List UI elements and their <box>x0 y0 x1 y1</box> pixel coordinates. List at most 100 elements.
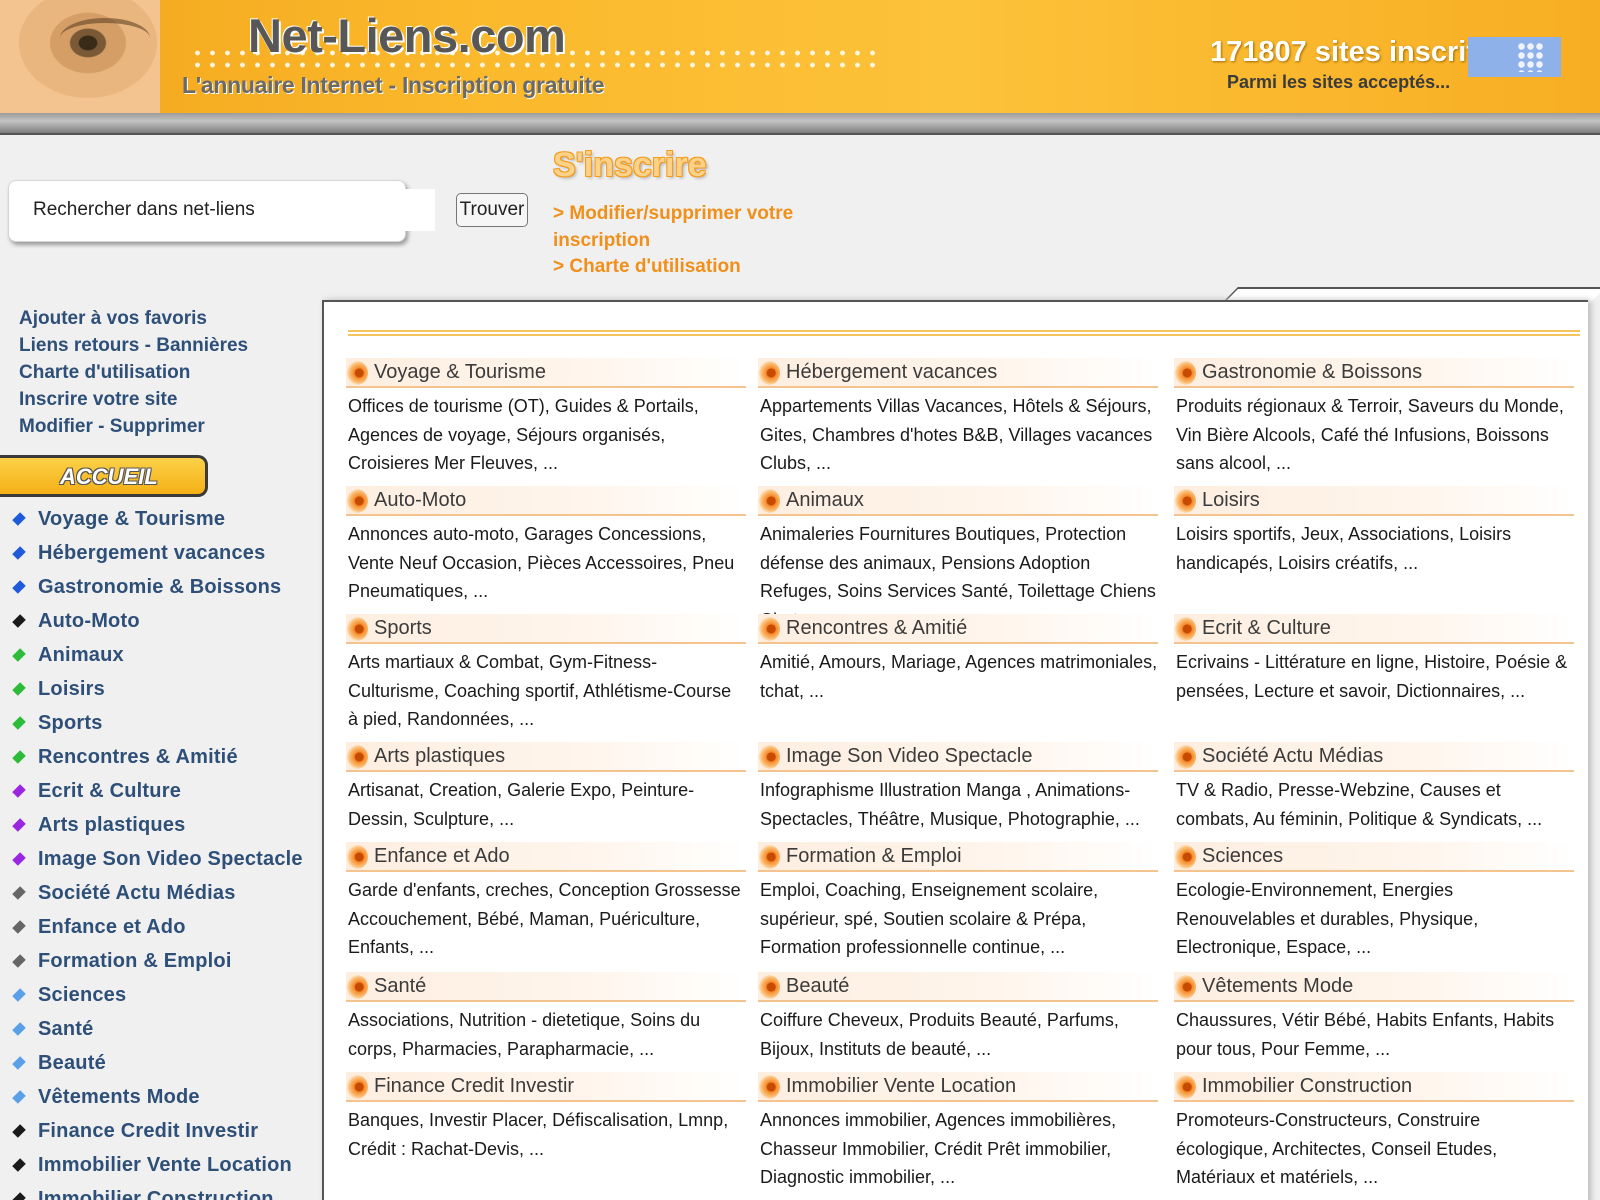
category-header[interactable]: Rencontres & Amitié <box>758 614 1158 644</box>
category-title[interactable]: Immobilier Vente Location <box>786 1075 1016 1098</box>
sidebar-category-label: Formation & Emploi <box>38 949 232 972</box>
category-description[interactable]: Ecrivains - Littérature en ligne, Histoi… <box>1174 648 1574 705</box>
category-description[interactable]: Appartements Villas Vacances, Hôtels & S… <box>758 392 1158 478</box>
sidebar-category-item[interactable]: Finance Credit Investir <box>12 1114 303 1148</box>
category-description[interactable]: Chaussures, Vétir Bébé, Habits Enfants, … <box>1174 1006 1574 1063</box>
diamond-bullet-icon <box>12 954 26 968</box>
sidebar-category-item[interactable]: Santé <box>12 1012 303 1046</box>
register-title[interactable]: S'inscrire <box>553 146 707 185</box>
category-header[interactable]: Société Actu Médias <box>1174 742 1574 772</box>
sidebar-category-item[interactable]: Image Son Video Spectacle <box>12 842 303 876</box>
category-header[interactable]: Auto-Moto <box>346 486 746 516</box>
category-description[interactable]: Artisanat, Creation, Galerie Expo, Peint… <box>346 776 746 833</box>
sidebar-link-favorites[interactable]: Ajouter à vos favoris <box>19 305 248 332</box>
sidebar-category-item[interactable]: Société Actu Médias <box>12 876 303 910</box>
sidebar-category-item[interactable]: Arts plastiques <box>12 808 303 842</box>
sidebar-category-item[interactable]: Voyage & Tourisme <box>12 502 303 536</box>
category-description[interactable]: Banques, Investir Placer, Défiscalisatio… <box>346 1106 746 1163</box>
category-title[interactable]: Ecrit & Culture <box>1202 617 1331 640</box>
category-header[interactable]: Sciences <box>1174 842 1574 872</box>
sidebar-category-item[interactable]: Ecrit & Culture <box>12 774 303 808</box>
category-header[interactable]: Animaux <box>758 486 1158 516</box>
sidebar-category-item[interactable]: Gastronomie & Boissons <box>12 570 303 604</box>
search-input[interactable] <box>23 189 435 231</box>
category-description[interactable]: Produits régionaux & Terroir, Saveurs du… <box>1174 392 1574 478</box>
category-description[interactable]: Coiffure Cheveux, Produits Beauté, Parfu… <box>758 1006 1158 1063</box>
sidebar-category-item[interactable]: Immobilier Construction <box>12 1182 303 1200</box>
orange-bullet-icon <box>346 745 368 769</box>
category-title[interactable]: Société Actu Médias <box>1202 745 1383 768</box>
sidebar-category-item[interactable]: Auto-Moto <box>12 604 303 638</box>
category-header[interactable]: Formation & Emploi <box>758 842 1158 872</box>
category-header[interactable]: Finance Credit Investir <box>346 1072 746 1102</box>
category-title[interactable]: Auto-Moto <box>374 489 466 512</box>
sidebar-category-item[interactable]: Hébergement vacances <box>12 536 303 570</box>
category-title[interactable]: Santé <box>374 975 426 998</box>
sidebar-category-item[interactable]: Sciences <box>12 978 303 1012</box>
category-title[interactable]: Beauté <box>786 975 849 998</box>
category-title[interactable]: Vêtements Mode <box>1202 975 1353 998</box>
category-header[interactable]: Arts plastiques <box>346 742 746 772</box>
category-header[interactable]: Santé <box>346 972 746 1002</box>
sidebar-link-register[interactable]: Inscrire votre site <box>19 386 248 413</box>
sidebar-category-item[interactable]: Sports <box>12 706 303 740</box>
category-description[interactable]: Loisirs sportifs, Jeux, Associations, Lo… <box>1174 520 1574 577</box>
category-title[interactable]: Enfance et Ado <box>374 845 510 868</box>
category-title[interactable]: Sports <box>374 617 432 640</box>
category-header[interactable]: Voyage & Tourisme <box>346 358 746 388</box>
category-header[interactable]: Enfance et Ado <box>346 842 746 872</box>
category-title[interactable]: Gastronomie & Boissons <box>1202 361 1422 384</box>
sidebar-category-item[interactable]: Formation & Emploi <box>12 944 303 978</box>
sidebar-link-charte[interactable]: Charte d'utilisation <box>19 359 248 386</box>
category-title[interactable]: Sciences <box>1202 845 1283 868</box>
category-title[interactable]: Hébergement vacances <box>786 361 997 384</box>
sidebar-link-modify[interactable]: Modifier - Supprimer <box>19 413 248 440</box>
sponsor-banner[interactable] <box>1468 37 1561 77</box>
category-description[interactable]: Promoteurs-Constructeurs, Construire éco… <box>1174 1106 1574 1192</box>
sidebar-category-item[interactable]: Vêtements Mode <box>12 1080 303 1114</box>
category-title[interactable]: Voyage & Tourisme <box>374 361 546 384</box>
category-title[interactable]: Rencontres & Amitié <box>786 617 967 640</box>
category-header[interactable]: Immobilier Vente Location <box>758 1072 1158 1102</box>
sidebar-category-item[interactable]: Immobilier Vente Location <box>12 1148 303 1182</box>
category-header[interactable]: Immobilier Construction <box>1174 1072 1574 1102</box>
sidebar-link-backlinks[interactable]: Liens retours - Bannières <box>19 332 248 359</box>
category-header[interactable]: Sports <box>346 614 746 644</box>
diamond-bullet-icon <box>12 852 26 866</box>
category-title[interactable]: Arts plastiques <box>374 745 505 768</box>
category-header[interactable]: Image Son Video Spectacle <box>758 742 1158 772</box>
category-header[interactable]: Gastronomie & Boissons <box>1174 358 1574 388</box>
category-description[interactable]: Garde d'enfants, creches, Conception Gro… <box>346 876 746 962</box>
sidebar-category-item[interactable]: Rencontres & Amitié <box>12 740 303 774</box>
category-description[interactable]: Emploi, Coaching, Enseignement scolaire,… <box>758 876 1158 962</box>
category-description[interactable]: Arts martiaux & Combat, Gym-Fitness-Cult… <box>346 648 746 734</box>
modify-registration-link[interactable]: > Modifier/supprimer votre inscription <box>553 200 803 254</box>
category-description[interactable]: Infographisme Illustration Manga , Anima… <box>758 776 1158 833</box>
category-title[interactable]: Image Son Video Spectacle <box>786 745 1032 768</box>
category-title[interactable]: Formation & Emploi <box>786 845 962 868</box>
category-title[interactable]: Animaux <box>786 489 864 512</box>
category-description[interactable]: Ecologie-Environnement, Energies Renouve… <box>1174 876 1574 962</box>
category-title[interactable]: Immobilier Construction <box>1202 1075 1412 1098</box>
charte-link[interactable]: > Charte d'utilisation <box>553 253 741 280</box>
category-description[interactable]: Annonces immobilier, Agences immobilière… <box>758 1106 1158 1192</box>
site-logo[interactable]: Net-Liens.com <box>248 8 566 63</box>
category-title[interactable]: Finance Credit Investir <box>374 1075 574 1098</box>
home-button[interactable]: ACCUEIL <box>0 455 208 497</box>
category-description[interactable]: TV & Radio, Presse-Webzine, Causes et co… <box>1174 776 1574 833</box>
sidebar-category-item[interactable]: Animaux <box>12 638 303 672</box>
category-header[interactable]: Beauté <box>758 972 1158 1002</box>
category-description[interactable]: Amitié, Amours, Mariage, Agences matrimo… <box>758 648 1158 705</box>
sidebar-category-item[interactable]: Enfance et Ado <box>12 910 303 944</box>
search-button[interactable]: Trouver <box>456 193 528 227</box>
category-header[interactable]: Vêtements Mode <box>1174 972 1574 1002</box>
category-description[interactable]: Offices de tourisme (OT), Guides & Porta… <box>346 392 746 478</box>
category-header[interactable]: Ecrit & Culture <box>1174 614 1574 644</box>
category-description[interactable]: Associations, Nutrition - dietetique, So… <box>346 1006 746 1063</box>
sidebar-category-item[interactable]: Loisirs <box>12 672 303 706</box>
category-header[interactable]: Hébergement vacances <box>758 358 1158 388</box>
category-header[interactable]: Loisirs <box>1174 486 1574 516</box>
category-title[interactable]: Loisirs <box>1202 489 1260 512</box>
category-description[interactable]: Annonces auto-moto, Garages Concessions,… <box>346 520 746 606</box>
sidebar-category-item[interactable]: Beauté <box>12 1046 303 1080</box>
